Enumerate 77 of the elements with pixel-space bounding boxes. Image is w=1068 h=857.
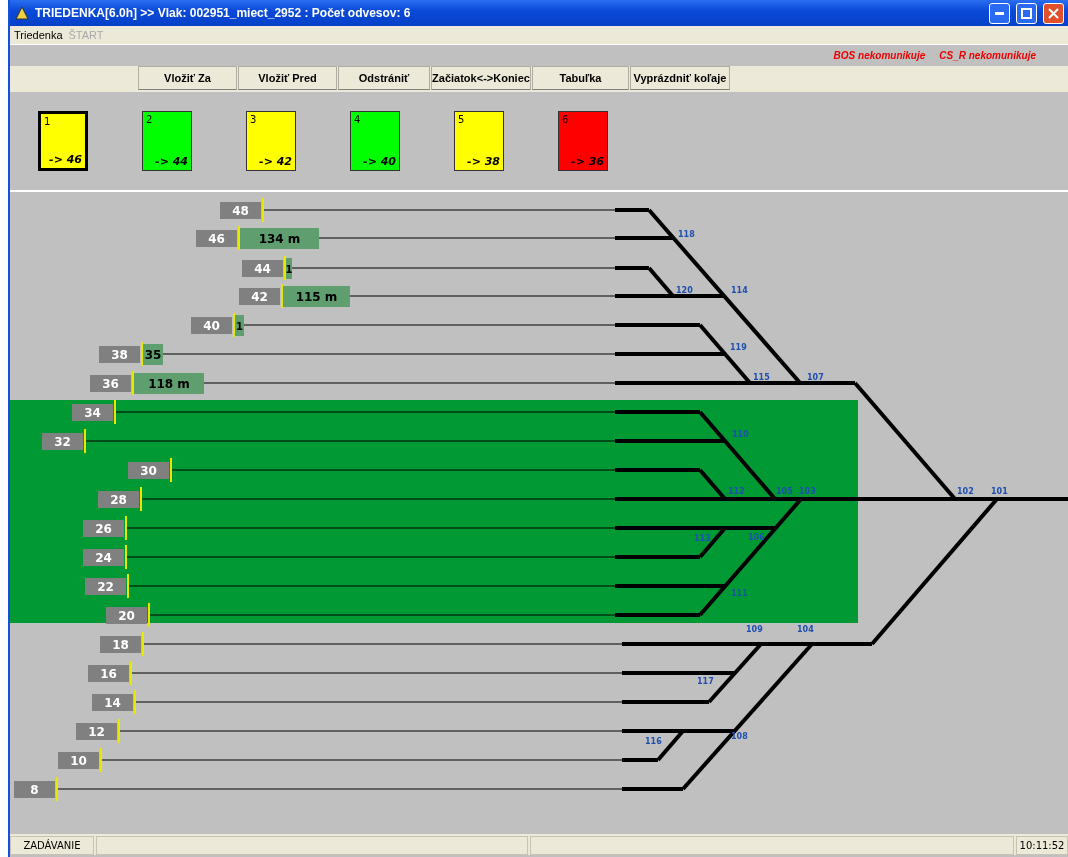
wagon-number: 3 [250, 114, 258, 125]
toolbar-button[interactable]: Tabuľka [532, 66, 629, 90]
track-number[interactable]: 26 [83, 520, 124, 537]
wagon-number: 6 [562, 114, 570, 125]
toolbar-button[interactable]: Odstrániť [338, 66, 430, 90]
track-number[interactable]: 30 [128, 462, 169, 479]
wagon-number: 5 [458, 114, 466, 125]
wagon-destination: -> 46 [49, 153, 82, 166]
track-number[interactable]: 32 [42, 433, 83, 450]
switch-number: 101 [991, 487, 1008, 496]
track-number[interactable]: 34 [72, 404, 113, 421]
menu-item[interactable]: Triedenka [14, 29, 63, 41]
switch-number: 118 [678, 230, 695, 239]
switch-number: 112 [728, 487, 745, 496]
switch-number: 120 [676, 286, 693, 295]
wagon-destination: -> 40 [363, 155, 396, 168]
track-number[interactable]: 18 [100, 636, 141, 653]
switch-number: 109 [746, 625, 763, 634]
track-number[interactable]: 12 [76, 723, 117, 740]
wagon-card[interactable]: 6 -> 36 [558, 111, 608, 171]
switch-number: 104 [797, 625, 814, 634]
switch-number: 111 [731, 589, 748, 598]
track-number[interactable]: 40 [191, 317, 232, 334]
wagon-card[interactable]: 2 -> 44 [142, 111, 192, 171]
wagon-card[interactable]: 5 -> 38 [454, 111, 504, 171]
switch-number: 105 [776, 487, 793, 496]
track-number[interactable]: 22 [85, 578, 126, 595]
switch-number: 102 [957, 487, 974, 496]
track-number[interactable]: 8 [14, 781, 55, 798]
switch-number: 115 [753, 373, 770, 382]
switch-number: 114 [731, 286, 748, 295]
track-number[interactable]: 16 [88, 665, 129, 682]
switch-number: 108 [731, 732, 748, 741]
track-number[interactable]: 42 [239, 288, 280, 305]
track-number[interactable]: 10 [58, 752, 99, 769]
status-time: 10:11:52 [1016, 836, 1068, 855]
wagon-destination: -> 36 [571, 155, 604, 168]
wagon-destination: -> 38 [467, 155, 500, 168]
track-number[interactable]: 46 [196, 230, 237, 247]
track-number[interactable]: 24 [83, 549, 124, 566]
wagon-card[interactable]: 1 -> 46 [38, 111, 88, 171]
track-number[interactable]: 44 [242, 260, 283, 277]
status-mode: ZADÁVANIE [10, 836, 94, 855]
wagon-destination: -> 42 [259, 155, 292, 168]
track-number[interactable]: 20 [106, 607, 147, 624]
track-number[interactable]: 38 [99, 346, 140, 363]
track-number[interactable]: 36 [90, 375, 131, 392]
wagon-destination: -> 44 [155, 155, 188, 168]
switch-number: 113 [694, 534, 711, 543]
wagon-number: 4 [354, 114, 362, 125]
occupancy-bar: 115 m [283, 286, 350, 307]
switch-number: 116 [645, 737, 662, 746]
toolbar-button[interactable]: Začiatok<->Koniec [431, 66, 531, 90]
wagon-card[interactable]: 3 -> 42 [246, 111, 296, 171]
switch-number: 110 [732, 430, 749, 439]
switch-number: 119 [730, 343, 747, 352]
occupancy-bar: 1 [235, 315, 244, 336]
switch-number: 107 [807, 373, 824, 382]
switch-number: 103 [799, 487, 816, 496]
switch-number: 117 [697, 677, 714, 686]
wagon-number: 2 [146, 114, 154, 125]
track-number[interactable]: 28 [98, 491, 139, 508]
track-number[interactable]: 48 [220, 202, 261, 219]
toolbar-button[interactable]: Vložiť Za [138, 66, 237, 90]
occupancy-bar: 1 [285, 258, 293, 279]
track-number[interactable]: 14 [92, 694, 133, 711]
alert-message: BOS nekomunikuje [833, 50, 926, 61]
wagon-card[interactable]: 4 -> 40 [350, 111, 400, 171]
occupancy-bar: 134 m [240, 228, 319, 249]
toolbar-button[interactable]: Vložiť Pred [238, 66, 337, 90]
wagon-number: 1 [44, 116, 52, 127]
occupancy-bar: 118 m [134, 373, 204, 394]
window-title: TRIEDENKA[6.0h] >> Vlak: 002951_miect_2952 : Počet odvesov: 6 [35, 6, 412, 20]
switch-number: 106 [748, 533, 765, 542]
alert-message: CS_R nekomunikuje [939, 50, 1036, 61]
occupancy-bar: 35 [143, 344, 163, 365]
toolbar-button[interactable]: Vyprázdniť koľaje [630, 66, 730, 90]
